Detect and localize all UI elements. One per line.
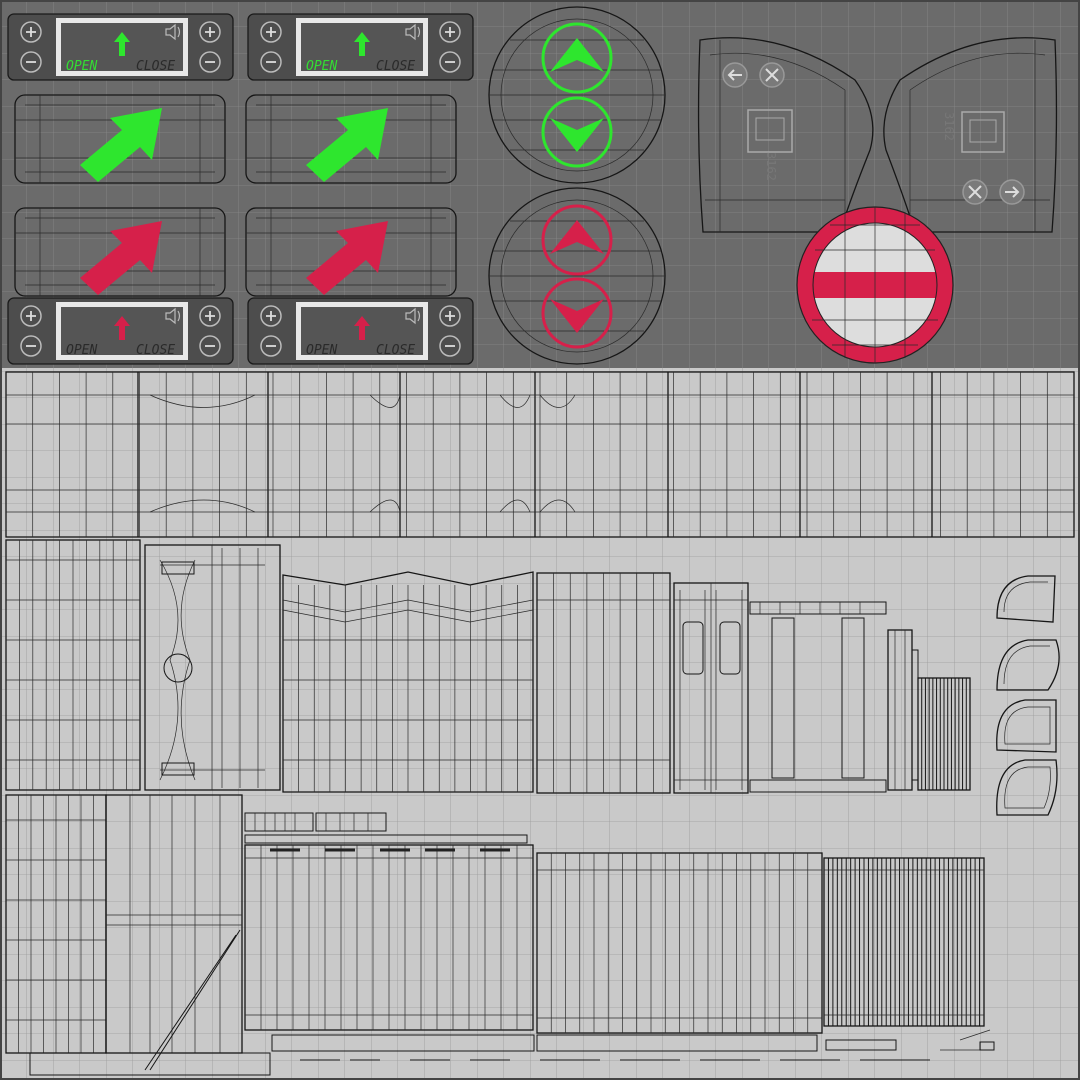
- close-label: CLOSE: [136, 59, 175, 74]
- open-label: OPEN: [306, 343, 337, 358]
- close-x-icon: [962, 179, 988, 205]
- door-label-left: 3162: [764, 152, 778, 181]
- uv-band-row-1: [5, 371, 1075, 538]
- back-arrow-icon: [722, 62, 748, 88]
- back-arrow-icon: [999, 179, 1025, 205]
- uv-island-dense-strips: [917, 677, 971, 791]
- control-panel: OPEN CLOSE: [7, 13, 234, 81]
- door-label-right: 3162: [942, 112, 956, 141]
- close-x-icon: [759, 62, 785, 88]
- no-entry-sign-icon: [796, 206, 954, 364]
- control-panel: OPEN CLOSE: [247, 13, 474, 81]
- close-label: CLOSE: [136, 343, 175, 358]
- control-panel: OPEN CLOSE: [247, 297, 474, 365]
- control-panel: OPEN CLOSE: [7, 297, 234, 365]
- open-label: OPEN: [66, 59, 97, 74]
- open-label: OPEN: [306, 59, 337, 74]
- uv-texture-sheet: OPEN CLOSE OPEN CLOSE OPEN CLOSE OPEN CLOSE: [0, 0, 1080, 1080]
- uv-canvas: OPEN CLOSE OPEN CLOSE OPEN CLOSE OPEN CLOSE: [0, 0, 1080, 1080]
- close-label: CLOSE: [376, 59, 415, 74]
- uv-island-wall-panel-2: [536, 852, 823, 1034]
- open-label: OPEN: [66, 343, 97, 358]
- close-label: CLOSE: [376, 343, 415, 358]
